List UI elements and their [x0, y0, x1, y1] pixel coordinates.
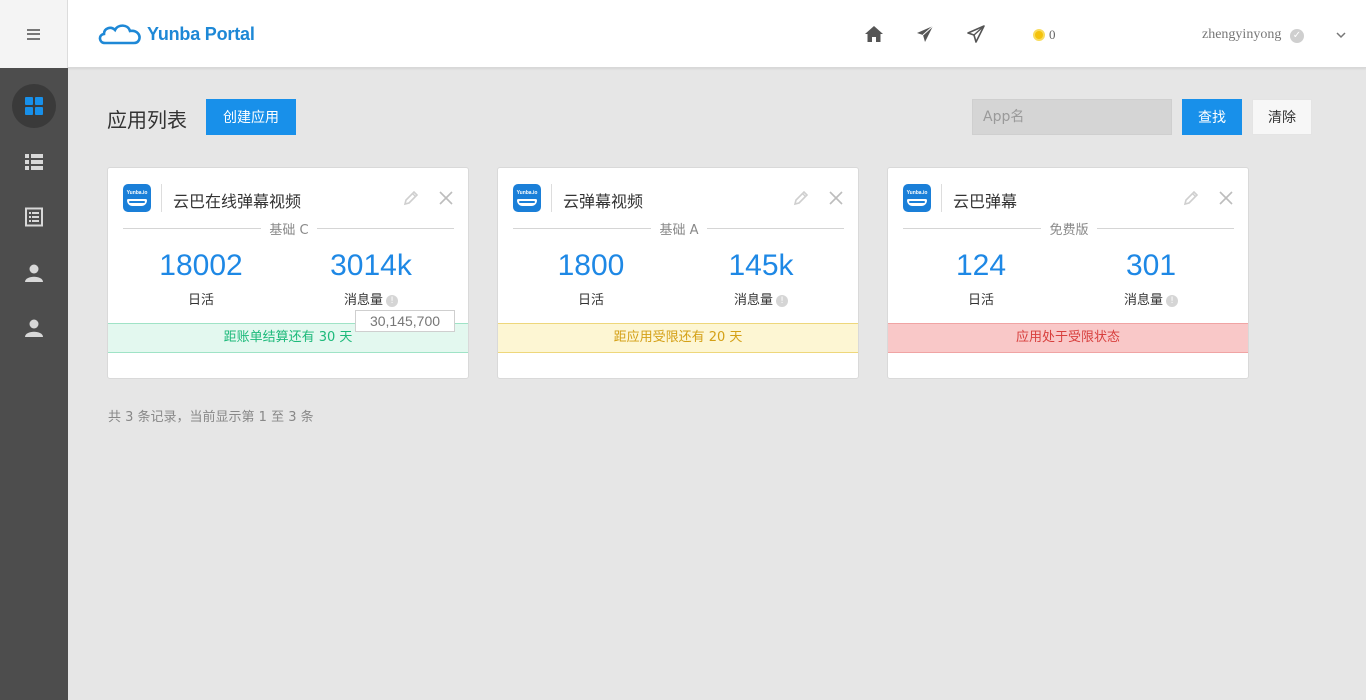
record-count-text: 共 3 条记录，当前显示第 1 至 3 条 — [108, 410, 314, 425]
app-card[interactable]: Yunba.io 云巴在线弹幕视频 基础 C 18002 日活 3014k 消息… — [107, 167, 469, 379]
app-card[interactable]: Yunba.io 云弹幕视频 基础 A 1800 日活 145k 消息量! 距应… — [497, 167, 859, 379]
close-icon[interactable] — [1217, 189, 1235, 207]
edit-pencil-icon[interactable] — [792, 189, 810, 207]
send-icon[interactable] — [915, 24, 935, 44]
app-name[interactable]: 云巴在线弹幕视频 — [173, 188, 301, 212]
messages-value: 145k — [728, 249, 794, 282]
app-name[interactable]: 云弹幕视频 — [563, 188, 643, 212]
create-app-button[interactable]: 创建应用 — [206, 99, 296, 135]
cloud-logo-icon — [98, 24, 141, 45]
close-icon[interactable] — [827, 189, 845, 207]
plan-label: 基础 A — [498, 219, 860, 238]
chevron-down-icon[interactable] — [1334, 27, 1348, 41]
close-icon[interactable] — [437, 189, 455, 207]
messages-label: 消息量! — [286, 289, 456, 308]
app-icon: Yunba.io — [123, 184, 151, 212]
sidebar-item-list[interactable] — [12, 140, 56, 184]
document-icon — [25, 207, 43, 227]
edit-pencil-icon[interactable] — [402, 189, 420, 207]
user-icon — [25, 264, 43, 282]
daily-active-label: 日活 — [187, 293, 214, 308]
sidebar-item-dashboard[interactable] — [12, 84, 56, 128]
edit-pencil-icon[interactable] — [1182, 189, 1200, 207]
app-card[interactable]: Yunba.io 云巴弹幕 免费版 124 日活 301 消息量! 应用处于受限… — [887, 167, 1249, 379]
logo-text: Yunba Portal — [147, 23, 255, 44]
page-title: 应用列表 — [107, 108, 187, 132]
daily-active-label: 日活 — [577, 293, 604, 308]
hamburger-icon — [27, 28, 40, 40]
send-outline-icon[interactable] — [966, 24, 986, 44]
coin-count: 0 — [1049, 27, 1056, 42]
message-count-tooltip: 30,145,700 — [355, 310, 455, 332]
messages-label: 消息量! — [1066, 289, 1236, 308]
info-icon[interactable]: ! — [386, 295, 398, 307]
info-icon[interactable]: ! — [1166, 295, 1178, 307]
dashboard-icon — [25, 97, 43, 115]
app-name-search-input[interactable] — [972, 99, 1172, 135]
status-bar: 应用处于受限状态 — [888, 323, 1248, 353]
sidebar-item-document[interactable] — [12, 195, 56, 239]
info-icon[interactable]: ! — [776, 295, 788, 307]
list-icon — [25, 154, 43, 170]
app-icon: Yunba.io — [513, 184, 541, 212]
app-name[interactable]: 云巴弹幕 — [953, 188, 1017, 212]
sidebar-item-user[interactable] — [12, 251, 56, 295]
plan-label: 基础 C — [108, 219, 470, 238]
messages-value: 301 — [1125, 249, 1177, 282]
daily-active-value: 124 — [955, 249, 1007, 282]
home-icon[interactable] — [864, 24, 884, 44]
daily-active-label: 日活 — [967, 293, 994, 308]
coin-icon — [1033, 29, 1045, 41]
menu-toggle-button[interactable] — [0, 0, 68, 68]
sidebar-item-user-2[interactable] — [12, 306, 56, 350]
clear-button[interactable]: 清除 — [1252, 99, 1312, 135]
messages-value: 3014k — [330, 249, 412, 282]
verified-check-icon: ✓ — [1290, 29, 1304, 43]
username[interactable]: zhengyinyong — [1202, 27, 1281, 43]
status-bar: 距应用受限还有 20 天 — [498, 323, 858, 353]
daily-active-value: 18002 — [159, 249, 243, 282]
plan-label: 免费版 — [888, 219, 1250, 238]
daily-active-value: 1800 — [557, 249, 625, 282]
search-button[interactable]: 查找 — [1182, 99, 1242, 135]
user-icon — [25, 319, 43, 337]
top-header: Yunba Portal 0 zhengyinyong ✓ — [0, 0, 1366, 68]
sidebar — [0, 68, 68, 700]
messages-label: 消息量! — [676, 289, 846, 308]
logo[interactable]: Yunba Portal — [97, 21, 255, 47]
app-icon: Yunba.io — [903, 184, 931, 212]
